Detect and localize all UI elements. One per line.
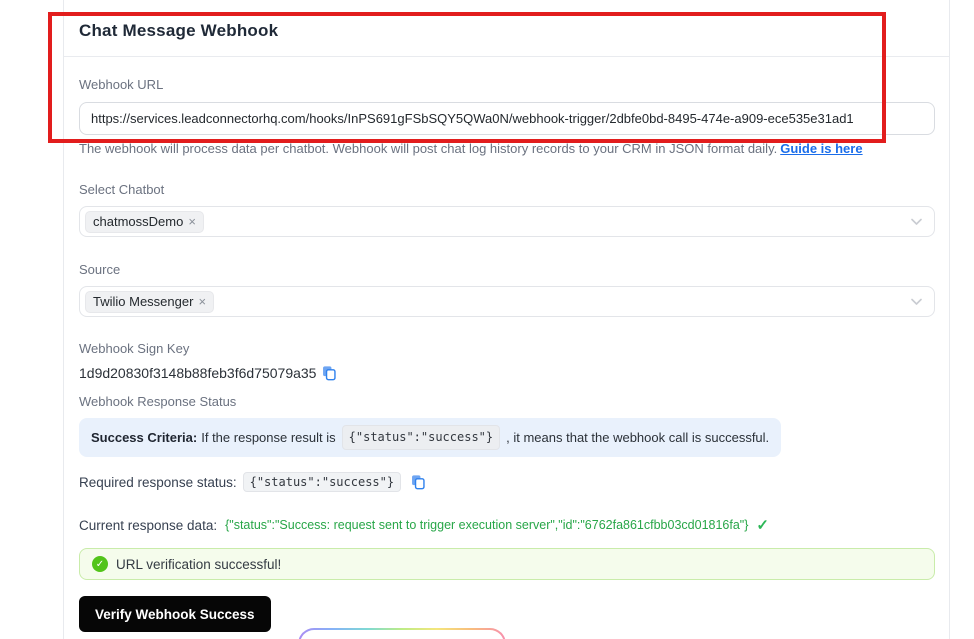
current-response-value: {"status":"Success: request sent to trig…: [225, 518, 749, 532]
sign-key-label: Webhook Sign Key: [79, 341, 190, 356]
required-status-code: {"status":"success"}: [242, 472, 402, 492]
copy-icon[interactable]: [322, 365, 337, 381]
copy-icon[interactable]: [411, 474, 425, 490]
card-content: Webhook URL The webhook will process dat…: [64, 76, 949, 632]
rainbow-panel: [298, 628, 506, 639]
remove-chip-icon[interactable]: ×: [198, 295, 206, 308]
guide-link[interactable]: Guide is here: [780, 141, 862, 156]
chatbot-chip-label: chatmossDemo: [93, 214, 184, 229]
criteria-code: {"status":"success"}: [341, 425, 501, 450]
required-status-label: Required response status:: [79, 474, 237, 490]
criteria-bold: Success Criteria:: [91, 430, 198, 445]
chevron-down-icon: [911, 298, 922, 305]
current-response-label: Current response data:: [79, 517, 218, 533]
page: Chat Message Webhook Webhook URL The web…: [0, 0, 974, 639]
criteria-post: , it means that the webhook call is succ…: [506, 430, 770, 445]
success-check-icon: ✓: [756, 517, 769, 534]
chatbot-chip: chatmossDemo ×: [85, 210, 204, 233]
webhook-card: Chat Message Webhook Webhook URL The web…: [63, 0, 950, 639]
header-divider: [64, 56, 949, 57]
source-chip-label: Twilio Messenger: [93, 294, 194, 309]
chatbot-select[interactable]: chatmossDemo ×: [79, 206, 935, 237]
success-alert: ✓ URL verification successful!: [79, 548, 935, 580]
webhook-url-label: Webhook URL: [79, 77, 164, 92]
webhook-help-text: The webhook will process data per chatbo…: [79, 140, 934, 158]
criteria-pre: If the response result is: [201, 430, 336, 445]
remove-chip-icon[interactable]: ×: [188, 215, 196, 228]
source-label: Source: [79, 262, 121, 277]
response-status-label: Webhook Response Status: [79, 394, 237, 409]
current-response-row: Current response data: {"status":"Succes…: [79, 516, 934, 534]
help-text-body: The webhook will process data per chatbo…: [79, 141, 778, 156]
webhook-url-input[interactable]: [79, 102, 935, 135]
sign-key-row: 1d9d20830f3148b88feb3f6d75079a35: [79, 365, 934, 381]
source-select[interactable]: Twilio Messenger ×: [79, 286, 935, 317]
alert-message: URL verification successful!: [116, 556, 282, 572]
card-header: Chat Message Webhook: [64, 0, 949, 56]
rainbow-panel-inner: [300, 630, 504, 639]
page-title: Chat Message Webhook: [79, 21, 279, 40]
verify-webhook-button[interactable]: Verify Webhook Success: [79, 596, 271, 632]
source-chip: Twilio Messenger ×: [85, 290, 215, 313]
sign-key-value: 1d9d20830f3148b88feb3f6d75079a35: [79, 365, 317, 381]
required-status-row: Required response status: {"status":"suc…: [79, 472, 934, 492]
chevron-down-icon: [911, 218, 922, 225]
success-criteria-box: Success Criteria: If the response result…: [79, 418, 782, 457]
select-chatbot-label: Select Chatbot: [79, 182, 165, 197]
check-circle-icon: ✓: [92, 556, 108, 572]
